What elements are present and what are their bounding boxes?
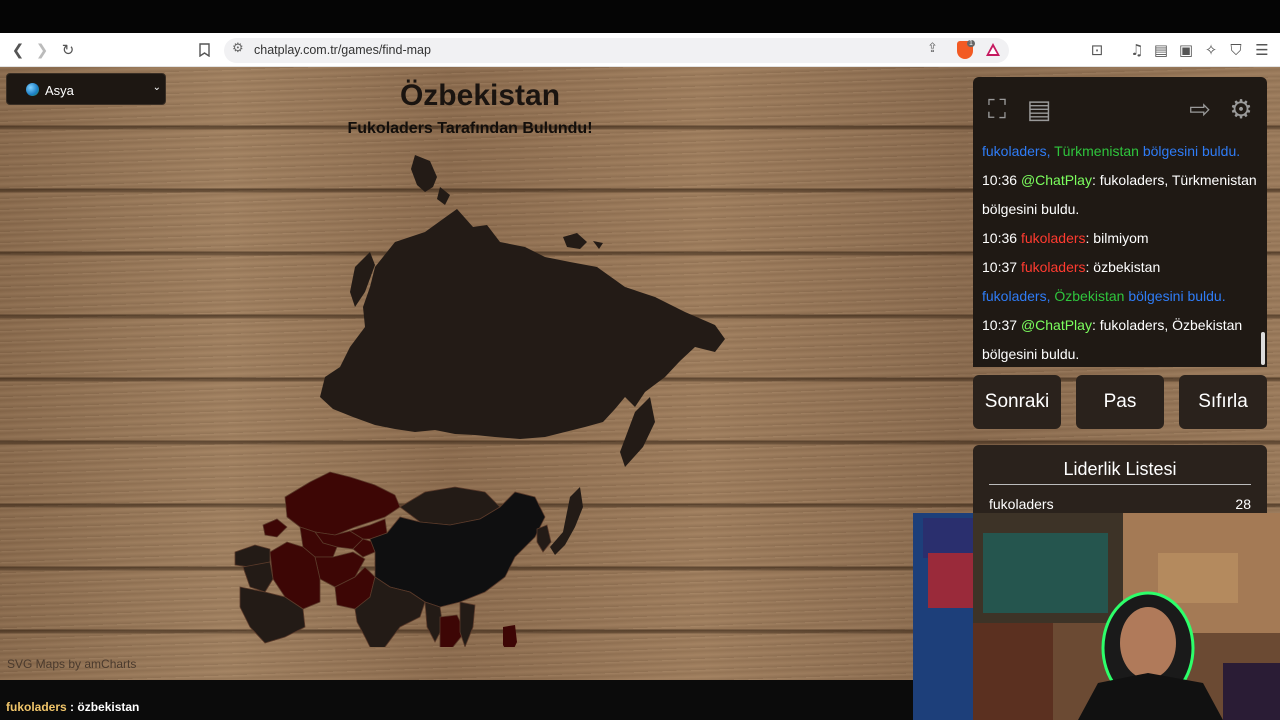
- site-settings-icon[interactable]: ⚙: [232, 41, 244, 56]
- chat-message: 10:37 @ChatPlay: fukoladers, Özbekistan …: [982, 317, 1243, 362]
- map-region-iraq-syria[interactable]: [242, 561, 274, 593]
- gear-icon[interactable]: ⚙: [1225, 94, 1257, 126]
- leo-icon[interactable]: ⊡: [1086, 40, 1108, 60]
- bookmark-icon[interactable]: [193, 40, 215, 60]
- address-bar[interactable]: ⚙ chatplay.com.tr/games/find-map ⇪ 1: [224, 38, 1009, 63]
- shield-count-badge: 1: [967, 40, 975, 47]
- pass-button[interactable]: Pas: [1076, 375, 1164, 429]
- reset-button[interactable]: Sıfırla: [1179, 375, 1267, 429]
- map-region-russia[interactable]: [320, 209, 725, 439]
- map-region-vietnam[interactable]: [459, 601, 476, 647]
- chat-scrollbar[interactable]: [1261, 332, 1265, 365]
- next-button[interactable]: Sonraki: [973, 375, 1061, 429]
- wallet-icon[interactable]: ▣: [1175, 40, 1197, 60]
- map-region-kamchatka[interactable]: [620, 397, 655, 467]
- globe-icon: [26, 83, 39, 96]
- map-region-kuril[interactable]: [437, 187, 450, 205]
- sidebar-icon[interactable]: ▤: [1150, 40, 1172, 60]
- chat-message: 10:37 fukoladers: özbekistan: [982, 259, 1161, 275]
- vpn-icon[interactable]: ⛉: [1225, 40, 1247, 60]
- map-region-wrangel[interactable]: [563, 233, 587, 249]
- map-region-caucasus[interactable]: [262, 518, 288, 538]
- map-region-new-siberia[interactable]: [593, 241, 603, 249]
- fullscreen-icon[interactable]: ⛶: [981, 94, 1013, 126]
- country-title: Özbekistan: [399, 79, 561, 112]
- leaderboard-score: 28: [1235, 496, 1251, 512]
- chevron-down-icon: ⌄: [152, 82, 161, 93]
- control-bar: ⛶ ▤ ⇨ ⚙: [973, 77, 1267, 137]
- reload-icon[interactable]: ↻: [57, 40, 79, 60]
- forward-icon[interactable]: ❯: [31, 40, 53, 60]
- chat-message: 10:36 fukoladers: bilmiyom: [982, 230, 1149, 246]
- chat-message: 10:36 @ChatPlay: fukoladers, Türkmenista…: [982, 172, 1257, 217]
- chat-message: fukoladers, Özbekistan bölgesini buldu.: [982, 288, 1226, 304]
- leaderboard-divider: [989, 484, 1251, 485]
- browser-toolbar: ❮ ❯ ↻ ⚙ chatplay.com.tr/games/find-map ⇪…: [0, 33, 1280, 67]
- ai-icon[interactable]: ✧: [1200, 40, 1222, 60]
- map-credit[interactable]: SVG Maps by amCharts: [7, 657, 136, 671]
- exit-icon[interactable]: ⇨: [1184, 94, 1216, 126]
- region-select[interactable]: Asya ⌄: [6, 73, 166, 105]
- webcam-feed: [913, 513, 1280, 720]
- asia-map[interactable]: [225, 147, 735, 647]
- back-icon[interactable]: ❮: [7, 40, 29, 60]
- list-icon[interactable]: ▤: [1023, 94, 1055, 126]
- map-region-philippines[interactable]: [503, 625, 517, 647]
- latest-message: fukoladers : özbekistan: [6, 700, 140, 714]
- map-region-sakhalin[interactable]: [411, 155, 437, 192]
- found-by-text: Fukoladers Tarafından Bulundu!: [347, 120, 593, 137]
- screen-top-bar: [0, 0, 1280, 33]
- share-icon[interactable]: ⇪: [927, 41, 938, 56]
- map-region-korea[interactable]: [536, 524, 552, 553]
- bottom-ticker: fukoladers : özbekistan: [0, 680, 913, 720]
- brave-rewards-icon[interactable]: [985, 42, 1001, 62]
- map-region-japan[interactable]: [550, 487, 583, 555]
- chat-log[interactable]: fukoladers, Türkmenistan bölgesini buldu…: [973, 137, 1267, 367]
- menu-icon[interactable]: ☰: [1251, 40, 1273, 60]
- leaderboard-title: Liderlik Listesi: [1063, 459, 1177, 479]
- leaderboard-name: fukoladers: [989, 496, 1054, 512]
- region-select-value: Asya: [45, 83, 74, 98]
- url-text[interactable]: chatplay.com.tr/games/find-map: [254, 43, 431, 57]
- chat-message: fukoladers, Türkmenistan bölgesini buldu…: [982, 143, 1241, 159]
- music-icon[interactable]: ♫: [1126, 40, 1148, 60]
